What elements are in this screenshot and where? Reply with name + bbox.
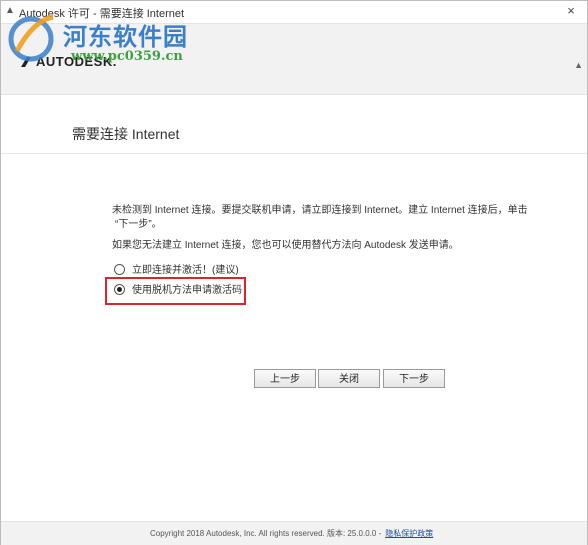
option-connect-now-label: 立即连接并激活！(建议) [132, 265, 239, 276]
next-button[interactable]: 下一步 [383, 369, 445, 388]
privacy-link[interactable]: 隐私保护政策 [385, 529, 433, 538]
option-offline-label: 使用脱机方法申请激活码 [132, 285, 242, 296]
title-bar: ▲ Autodesk 许可 - 需要连接 Internet × [1, 1, 587, 24]
option-connect-now[interactable]: 立即连接并激活！(建议) [114, 264, 239, 278]
divider [1, 153, 587, 154]
instruction-line-2: “下一步”。 [115, 219, 162, 230]
app-icon: ▲ [5, 5, 15, 16]
copyright-text: Copyright 2018 Autodesk, Inc. All rights… [150, 528, 433, 539]
footer: Copyright 2018 Autodesk, Inc. All rights… [1, 521, 587, 545]
page-title: 需要连接 Internet [72, 126, 180, 142]
header-banner: AUTODESK. ▲ [1, 24, 587, 95]
close-button[interactable]: 关闭 [318, 369, 380, 388]
scroll-up-icon[interactable]: ▲ [574, 60, 583, 70]
copyright-label: Copyright 2018 Autodesk, Inc. All rights… [150, 529, 382, 538]
radio-offline[interactable] [114, 284, 125, 295]
back-button[interactable]: 上一步 [254, 369, 316, 388]
license-window: ▲ Autodesk 许可 - 需要连接 Internet × AUTODESK… [0, 0, 588, 545]
autodesk-logo-icon [21, 57, 31, 67]
autodesk-logo: AUTODESK. [21, 54, 117, 69]
logo-text: AUTODESK. [36, 54, 117, 69]
option-offline[interactable]: 使用脱机方法申请激活码 [114, 284, 242, 298]
radio-connect-now[interactable] [114, 264, 125, 275]
alternative-text: 如果您无法建立 Internet 连接，您也可以使用替代方法向 Autodesk… [112, 240, 459, 251]
instruction-line-1: 未检测到 Internet 连接。要提交联机申请，请立即连接到 Internet… [112, 205, 528, 216]
close-icon[interactable]: × [563, 3, 579, 19]
window-title: Autodesk 许可 - 需要连接 Internet [19, 8, 185, 20]
